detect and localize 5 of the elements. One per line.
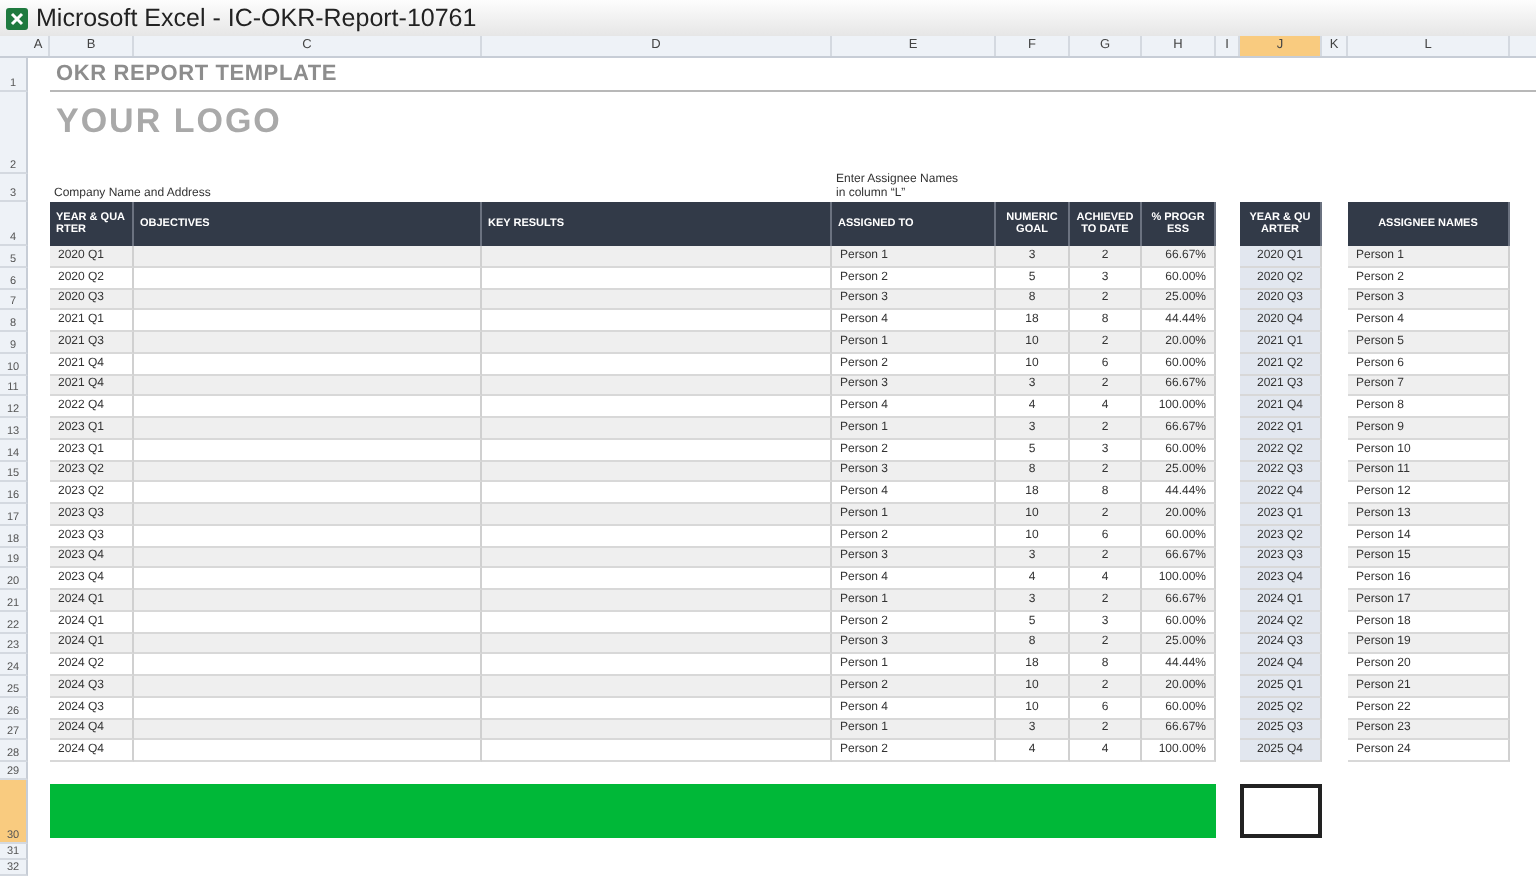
sheet-title: OKR REPORT TEMPLATE <box>50 58 1536 92</box>
logo-text: YOUR LOGO <box>54 100 282 142</box>
spreadsheet-app-icon <box>6 7 28 29</box>
window-title: Microsoft Excel - IC-OKR-Report-10761 <box>36 4 477 32</box>
selected-cell[interactable] <box>1240 784 1322 838</box>
